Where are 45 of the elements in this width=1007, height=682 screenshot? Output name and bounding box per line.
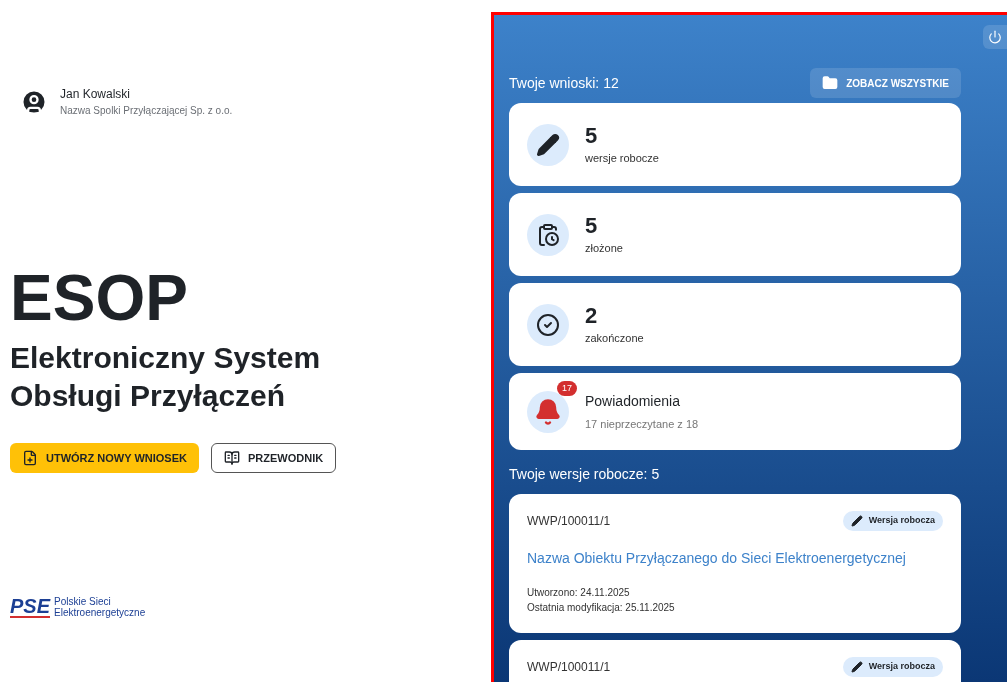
card-title: Powiadomienia [585, 391, 681, 411]
power-icon [988, 30, 1002, 44]
pencil-icon [850, 515, 863, 527]
application-number: WWP/100011/1 [527, 659, 611, 676]
view-all-button[interactable]: ZOBACZ WSZYSTKIE [810, 68, 961, 98]
stat-label: złożone [585, 241, 623, 257]
application-number: WWP/100011/1 [527, 513, 611, 530]
stat-value: 2 [585, 302, 599, 331]
power-button[interactable] [983, 25, 1007, 49]
clipboard-clock-icon [536, 222, 560, 247]
company-name: Nazwa Spolki Przyłączającej Sp. z o.o. [60, 104, 233, 118]
pencil-icon [850, 661, 863, 673]
logo-text: Polskie Sieci [54, 596, 112, 607]
logo-mark: PSE [10, 596, 51, 618]
stat-card[interactable]: 5 złożone [509, 193, 961, 276]
applications-heading: Twoje wnioski: 12 [509, 73, 619, 93]
stat-label: wersje robocze [585, 151, 659, 167]
stat-label: 17 nieprzeczytane z 18 [585, 416, 699, 432]
pencil-icon [536, 132, 560, 157]
drafts-heading: Twoje wersje robocze: 5 [509, 465, 661, 484]
created-date: Utworzono: 24.11.2025 [527, 586, 631, 600]
stat-value: 5 [585, 122, 599, 151]
user-name: Jan Kowalski [60, 86, 132, 103]
create-application-button[interactable]: UTWÓRZ NOWY WNIOSEK [10, 443, 199, 473]
stat-card[interactable]: 17 Powiadomienia 17 nieprzeczytane z 18 [509, 373, 961, 450]
draft-card[interactable]: WWP/100011/1 Wersja robocza Nazwa Obiektu Przyłączanego do Sieci Elektroenergetycznej Utworzono: 24.11.2025 Ostatnia modyfikacja: 25.11.2025 [509, 494, 961, 633]
folder-icon [822, 75, 839, 91]
draft-card[interactable]: WWP/100011/1 Wersja robocza [509, 640, 961, 682]
status-badge: Wersja robocza [842, 511, 943, 531]
check-circle-icon [536, 312, 560, 337]
application-title-link[interactable]: Nazwa Obiektu Przyłączanego do Sieci Elektroenergetycznej [527, 548, 943, 569]
guide-button[interactable]: PRZEWODNIK [210, 443, 337, 473]
bell-icon [534, 397, 562, 426]
book-icon [223, 450, 240, 466]
app-title: ESOP [10, 263, 189, 333]
stat-card[interactable]: 5 wersje robocze [509, 103, 961, 186]
stat-label: zakończone [585, 331, 644, 347]
status-badge: Wersja robocza [842, 657, 943, 677]
stat-card[interactable]: 2 zakończone [509, 283, 961, 366]
stat-value: 5 [585, 212, 599, 241]
file-plus-icon [22, 450, 38, 466]
logo-text: Elektroenergetyczne [54, 607, 146, 618]
app-subtitle: Elektroniczny System Obsługi Przyłączeń [10, 340, 322, 414]
modified-date: Ostatnia modyfikacja: 25.11.2025 [527, 601, 676, 615]
notification-badge: 17 [557, 380, 577, 396]
